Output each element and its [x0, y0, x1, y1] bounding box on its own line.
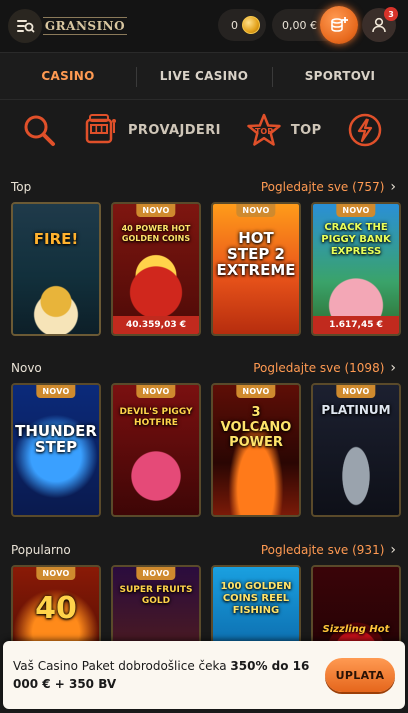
chevron-right-icon: ›	[390, 360, 396, 376]
novo-badge: NOVO	[36, 385, 76, 398]
coins-value: 0	[231, 18, 238, 32]
coins-balance[interactable]: 0	[218, 9, 266, 41]
section-title: Top	[11, 180, 32, 194]
svg-text:TOP: TOP	[255, 127, 273, 136]
chevron-right-icon: ›	[390, 179, 396, 195]
game-tile[interactable]: FIRE!	[11, 202, 101, 336]
novo-badge: NOVO	[136, 567, 176, 580]
logo-text: GRANSINO	[42, 17, 128, 35]
game-title: 100 GOLDEN COINS REEL FISHING	[220, 581, 292, 616]
menu-search-button[interactable]	[8, 9, 42, 43]
search-icon	[20, 111, 58, 149]
game-title: 3 VOLCANO POWER	[220, 405, 292, 450]
notification-badge: 3	[384, 7, 398, 21]
main-nav: CASINO LIVE CASINO SPORTOVI	[0, 52, 408, 100]
jackpot-amount: 40.359,03 €	[113, 316, 199, 334]
balance-value: 0,00 €	[282, 18, 317, 32]
game-tile[interactable]: NOVO CRACK THE PIGGY BANK EXPRESS 1.617,…	[311, 202, 401, 336]
deposit-button[interactable]	[320, 6, 358, 44]
tab-sportovi[interactable]: SPORTOVI	[272, 53, 408, 99]
chevron-right-icon: ›	[390, 542, 396, 558]
game-title: SUPER FRUITS GOLD	[119, 585, 193, 606]
game-title: THUNDER STEP	[15, 422, 97, 456]
game-title: DEVIL'S PIGGY HOTFIRE	[119, 407, 193, 428]
game-title: 40	[35, 591, 77, 626]
novo-badge: NOVO	[136, 204, 176, 217]
section-title: Novo	[11, 361, 42, 375]
category-provajderi[interactable]: PROVAJDERI	[82, 111, 221, 149]
star-icon: TOP	[245, 111, 283, 149]
game-title: 40 POWER HOT GOLDEN COINS	[121, 224, 191, 243]
coin-stack-plus-icon	[331, 17, 348, 32]
coin-icon	[242, 16, 260, 34]
category-search[interactable]	[20, 111, 58, 149]
game-title: PLATINUM	[321, 403, 391, 417]
game-tile[interactable]: NOVO PLATINUM	[311, 383, 401, 517]
view-all-label: Pogledajte sve (757)	[260, 180, 385, 194]
top-header: GRANSINO 0 0,00 € 3	[0, 0, 408, 52]
game-tile[interactable]: NOVO 40 POWER HOT GOLDEN COINS 40.359,03…	[111, 202, 201, 336]
welcome-promo-bar: Vaš Casino Paket dobrodošlice čeka 350% …	[3, 641, 405, 709]
novo-badge: NOVO	[136, 385, 176, 398]
game-title: CRACK THE PIGGY BANK EXPRESS	[321, 222, 391, 257]
category-label: PROVAJDERI	[128, 122, 221, 138]
account-button[interactable]: 3	[362, 7, 398, 42]
tab-live-casino[interactable]: LIVE CASINO	[136, 53, 272, 99]
tab-casino[interactable]: CASINO	[0, 53, 136, 99]
section-novo: Novo Pogledajte sve (1098) › NOVO THUNDE…	[0, 355, 408, 517]
promo-text-lead: Vaš Casino Paket dobrodošlice čeka	[13, 659, 231, 673]
game-title: HOT STEP 2 EXTREME	[216, 229, 296, 279]
game-tile[interactable]: NOVO HOT STEP 2 EXTREME	[211, 202, 301, 336]
game-tile[interactable]: NOVO THUNDER STEP	[11, 383, 101, 517]
game-tile[interactable]: NOVO 3 VOLCANO POWER	[211, 383, 301, 517]
view-all-link[interactable]: Pogledajte sve (1098) ›	[253, 360, 396, 376]
view-all-label: Pogledajte sve (1098)	[253, 361, 385, 375]
section-title: Popularno	[11, 543, 71, 557]
novo-badge: NOVO	[336, 204, 376, 217]
promo-text: Vaš Casino Paket dobrodošlice čeka 350% …	[13, 657, 313, 693]
jackpot-amount: 1.617,45 €	[313, 316, 399, 334]
section-top: Top Pogledajte sve (757) › FIRE! NOVO 40…	[0, 174, 408, 336]
game-title: FIRE!	[33, 230, 79, 248]
slot-machine-icon	[82, 111, 120, 149]
view-all-label: Pogledajte sve (931)	[260, 543, 385, 557]
category-top[interactable]: TOP TOP	[245, 111, 322, 149]
game-title: Sizzling Hot	[322, 624, 390, 635]
menu-search-icon	[17, 20, 35, 33]
category-strip: PROVAJDERI TOP TOP	[0, 100, 408, 160]
category-hot[interactable]	[346, 111, 384, 149]
brand-logo[interactable]: GRANSINO	[42, 9, 128, 43]
deposit-cta-button[interactable]: UPLATA	[325, 658, 395, 692]
novo-badge: NOVO	[236, 204, 276, 217]
novo-badge: NOVO	[336, 385, 376, 398]
novo-badge: NOVO	[36, 567, 76, 580]
game-tile[interactable]: NOVO DEVIL'S PIGGY HOTFIRE	[111, 383, 201, 517]
view-all-link[interactable]: Pogledajte sve (931) ›	[261, 542, 396, 558]
category-label: TOP	[290, 122, 322, 138]
novo-badge: NOVO	[236, 385, 276, 398]
lightning-icon	[346, 111, 384, 149]
view-all-link[interactable]: Pogledajte sve (757) ›	[261, 179, 396, 195]
